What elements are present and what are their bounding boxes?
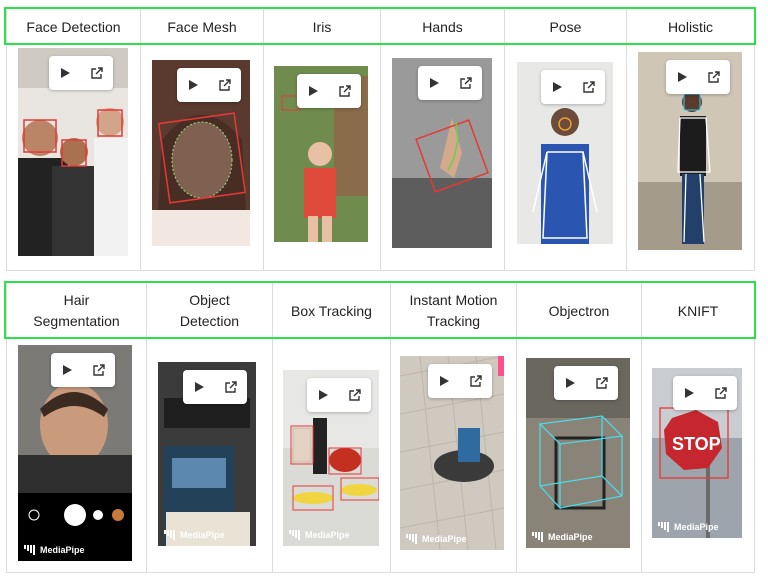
demo-controls-pose — [541, 70, 605, 104]
solution-title-text: Face Mesh — [167, 17, 236, 38]
title-line: Object — [189, 292, 230, 308]
demo-controls-hands — [418, 66, 482, 100]
demo-controls-holistic — [666, 60, 730, 94]
play-icon[interactable] — [546, 76, 568, 98]
solution-title-face-detection: Face Detection — [7, 9, 140, 45]
solution-title-iris: Iris — [264, 9, 380, 45]
play-icon[interactable] — [671, 66, 693, 88]
solution-title-text: Hair Segmentation — [33, 290, 119, 332]
play-icon[interactable] — [54, 62, 76, 84]
external-link-icon[interactable] — [334, 80, 356, 102]
title-line: Pose — [549, 18, 582, 35]
solution-title-text: KNIFT — [678, 301, 718, 322]
title-line: Instant Motion — [409, 292, 498, 308]
mediapipe-logo-icon — [164, 530, 176, 540]
demo-controls-instant-motion-tracking — [428, 364, 492, 398]
svg-text:STOP: STOP — [672, 434, 721, 454]
solution-title-hair-segmentation: Hair Segmentation — [7, 283, 146, 339]
demo-controls-face-detection — [49, 56, 113, 90]
solution-title-object-detection: Object Detection — [147, 283, 272, 339]
external-link-icon[interactable] — [455, 72, 477, 94]
mediapipe-brand-text: MediaPipe — [422, 534, 467, 544]
mediapipe-brand-text: MediaPipe — [180, 530, 225, 540]
play-icon[interactable] — [433, 370, 455, 392]
mediapipe-logo-icon — [532, 532, 544, 542]
title-line: Face Detection — [26, 18, 121, 35]
mediapipe-logo-icon — [289, 530, 301, 540]
external-link-icon[interactable] — [220, 376, 242, 398]
solution-title-text: Box Tracking — [291, 301, 372, 322]
external-link-icon[interactable] — [591, 372, 613, 394]
title-line: Hair — [63, 292, 90, 308]
mediapipe-watermark: MediaPipe — [289, 530, 350, 540]
solution-title-text: Hands — [422, 17, 462, 38]
solution-title-text: Iris — [313, 17, 332, 38]
demo-controls-iris — [297, 74, 361, 108]
mediapipe-brand-text: MediaPipe — [40, 545, 85, 555]
mediapipe-brand-text: MediaPipe — [674, 522, 719, 532]
demo-controls-knift — [673, 376, 737, 410]
solution-title-face-mesh: Face Mesh — [141, 9, 263, 45]
title-line: Box Tracking — [291, 302, 372, 319]
play-icon[interactable] — [559, 372, 581, 394]
play-icon[interactable] — [423, 72, 445, 94]
solution-title-text: Face Detection — [26, 17, 120, 38]
mediapipe-brand-text: MediaPipe — [548, 532, 593, 542]
solution-title-text: Object Detection — [180, 290, 239, 332]
title-line: Hands — [422, 18, 463, 35]
title-line: Iris — [312, 18, 332, 35]
play-icon[interactable] — [678, 382, 700, 404]
mediapipe-logo-icon — [406, 534, 418, 544]
mediapipe-brand-text: MediaPipe — [305, 530, 350, 540]
demo-controls-object-detection — [183, 370, 247, 404]
mediapipe-watermark: MediaPipe — [658, 522, 719, 532]
mediapipe-watermark: MediaPipe — [24, 545, 85, 555]
play-icon[interactable] — [182, 74, 204, 96]
external-link-icon[interactable] — [86, 62, 108, 84]
solution-title-holistic: Holistic — [627, 9, 754, 45]
external-link-icon[interactable] — [465, 370, 487, 392]
title-line: Tracking — [426, 313, 481, 329]
solution-title-pose: Pose — [505, 9, 626, 45]
external-link-icon[interactable] — [88, 359, 110, 381]
title-line: Holistic — [667, 18, 714, 35]
mediapipe-watermark: MediaPipe — [532, 532, 593, 542]
demo-controls-face-mesh — [177, 68, 241, 102]
external-link-icon[interactable] — [214, 74, 236, 96]
solution-title-text: Holistic — [668, 17, 713, 38]
solution-title-text: Objectron — [549, 301, 610, 322]
mediapipe-logo-icon — [658, 522, 670, 532]
external-link-icon[interactable] — [710, 382, 732, 404]
title-line: Segmentation — [33, 313, 120, 329]
mediapipe-watermark: MediaPipe — [164, 530, 225, 540]
play-icon[interactable] — [56, 359, 78, 381]
mediapipe-watermark: MediaPipe — [406, 534, 467, 544]
title-line: Detection — [179, 313, 240, 329]
external-link-icon[interactable] — [703, 66, 725, 88]
solution-title-text: Instant Motion Tracking — [410, 290, 498, 332]
play-icon[interactable] — [188, 376, 210, 398]
play-icon[interactable] — [312, 384, 334, 406]
solution-title-hands: Hands — [381, 9, 504, 45]
demo-controls-hair-segmentation — [51, 353, 115, 387]
title-line: Face Mesh — [167, 18, 237, 35]
title-line: Objectron — [548, 302, 610, 319]
solution-title-text: Pose — [550, 17, 582, 38]
solution-title-box-tracking: Box Tracking — [273, 283, 390, 339]
play-icon[interactable] — [302, 80, 324, 102]
demo-controls-objectron — [554, 366, 618, 400]
title-line: KNIFT — [677, 302, 719, 319]
solution-title-objectron: Objectron — [517, 283, 641, 339]
demo-controls-box-tracking — [307, 378, 371, 412]
solution-title-knift: KNIFT — [642, 283, 754, 339]
mediapipe-logo-icon — [24, 545, 36, 555]
external-link-icon[interactable] — [578, 76, 600, 98]
external-link-icon[interactable] — [344, 384, 366, 406]
solution-title-instant-motion-tracking: Instant Motion Tracking — [391, 283, 516, 339]
